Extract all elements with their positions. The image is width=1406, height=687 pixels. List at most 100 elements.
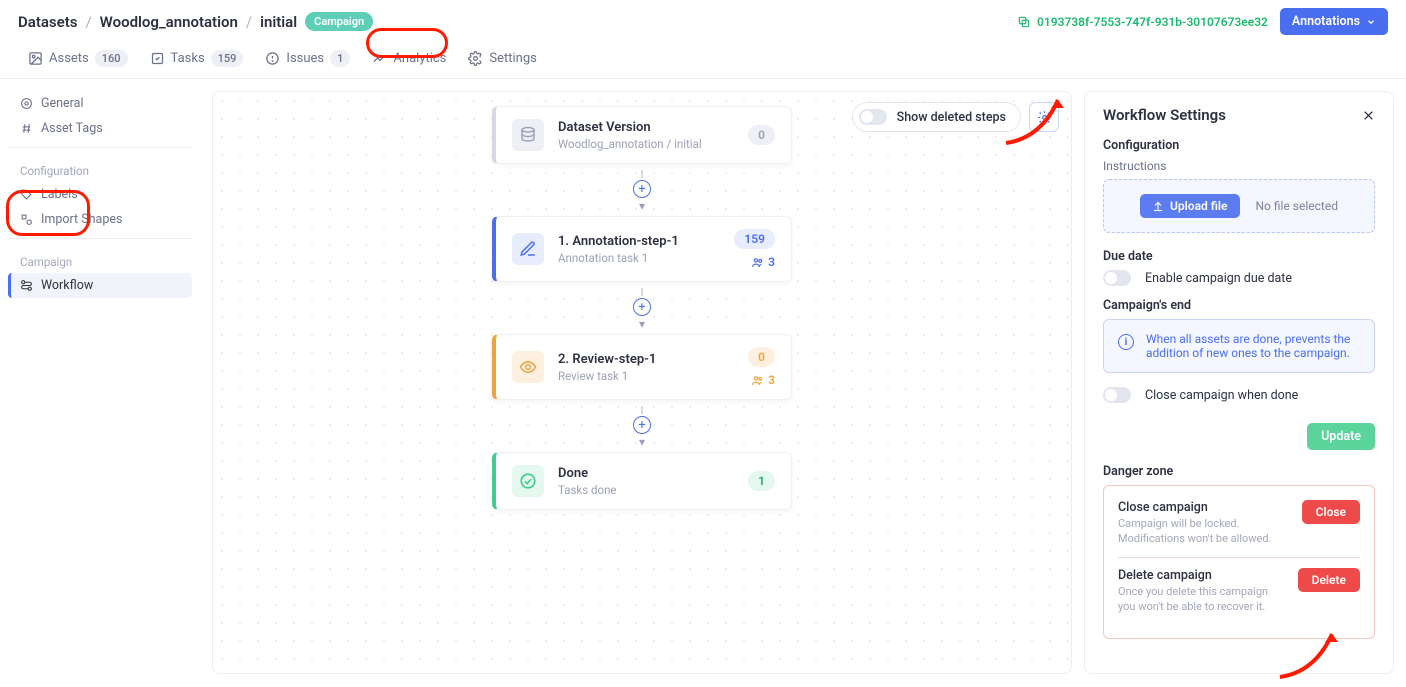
update-button[interactable]: Update bbox=[1307, 423, 1375, 450]
show-deleted-steps-toggle[interactable]: Show deleted steps bbox=[852, 102, 1021, 132]
card-title: Dataset Version bbox=[558, 120, 725, 135]
workflow-card-annotation[interactable]: 1. Annotation-step-1 Annotation task 1 1… bbox=[492, 216, 792, 282]
upload-file-label: Upload file bbox=[1170, 199, 1227, 213]
copy-icon bbox=[1017, 15, 1031, 29]
card-title: 1. Annotation-step-1 bbox=[558, 234, 720, 249]
copy-id-text: 0193738f-7553-747f-931b-30107673ee32 bbox=[1037, 15, 1268, 29]
gear-icon bbox=[1037, 110, 1052, 125]
workflow-canvas[interactable]: Show deleted steps Dataset Version Woodl… bbox=[212, 91, 1072, 674]
add-step-button[interactable]: + bbox=[633, 416, 651, 434]
sidebar-group-config: Configuration bbox=[8, 154, 192, 182]
close-panel-button[interactable] bbox=[1362, 109, 1375, 122]
tab-label: Settings bbox=[489, 51, 536, 66]
panel-title: Workflow Settings bbox=[1103, 106, 1226, 124]
no-file-text: No file selected bbox=[1256, 199, 1338, 213]
card-count: 0 bbox=[748, 347, 775, 367]
upload-dropzone[interactable]: Upload file No file selected bbox=[1103, 179, 1375, 233]
annotations-button[interactable]: Annotations bbox=[1280, 8, 1388, 35]
sidebar-item-label: Labels bbox=[41, 187, 78, 202]
tab-tasks[interactable]: Tasks 159 bbox=[140, 39, 254, 79]
hash-icon bbox=[20, 122, 33, 135]
divider bbox=[8, 147, 192, 148]
sidebar-item-label: Workflow bbox=[41, 278, 93, 293]
sidebar-item-label: General bbox=[41, 96, 84, 111]
connector-line bbox=[641, 170, 643, 178]
sidebar-item-label: Import Shapes bbox=[41, 212, 122, 227]
copy-id-link[interactable]: 0193738f-7553-747f-931b-30107673ee32 bbox=[1017, 15, 1268, 29]
gear-icon bbox=[468, 51, 483, 66]
workflow-icon bbox=[20, 279, 33, 292]
close-campaign-button[interactable]: Close bbox=[1302, 500, 1360, 524]
people-count: 3 bbox=[768, 373, 775, 387]
tab-analytics[interactable]: Analytics bbox=[362, 39, 456, 79]
image-icon bbox=[28, 51, 43, 66]
close-campaign-title: Close campaign bbox=[1118, 500, 1288, 515]
sidebar-item-label: Asset Tags bbox=[41, 121, 103, 136]
eye-icon bbox=[512, 351, 544, 383]
users-icon bbox=[751, 256, 764, 269]
sidebar-item-asset-tags[interactable]: Asset Tags bbox=[8, 116, 192, 141]
database-icon bbox=[512, 119, 544, 151]
edit-icon bbox=[512, 233, 544, 265]
sidebar-item-labels[interactable]: Labels bbox=[8, 182, 192, 207]
danger-box: Close campaign Campaign will be locked. … bbox=[1103, 485, 1375, 639]
card-subtitle: Tasks done bbox=[558, 483, 725, 497]
info-text: When all assets are done, prevents the a… bbox=[1146, 332, 1360, 360]
tab-label: Assets bbox=[49, 51, 89, 66]
card-count: 1 bbox=[748, 471, 775, 491]
tab-issues[interactable]: Issues 1 bbox=[255, 39, 360, 79]
section-due-date: Due date bbox=[1103, 249, 1375, 264]
add-step-button[interactable]: + bbox=[633, 298, 651, 316]
card-title: 2. Review-step-1 bbox=[558, 352, 725, 367]
breadcrumb-project[interactable]: Woodlog_annotation bbox=[100, 13, 238, 31]
card-count: 0 bbox=[748, 125, 775, 145]
workflow-settings-button[interactable] bbox=[1029, 102, 1059, 132]
upload-icon bbox=[1152, 200, 1164, 212]
tab-count: 160 bbox=[95, 50, 128, 67]
sidebar-item-workflow[interactable]: Workflow bbox=[8, 273, 192, 298]
tasks-icon bbox=[150, 51, 165, 66]
arrow-down-icon: ▾ bbox=[639, 200, 645, 212]
connector-line bbox=[641, 288, 643, 296]
tab-assets[interactable]: Assets 160 bbox=[18, 39, 138, 79]
delete-campaign-desc: Once you delete this campaign you won't … bbox=[1118, 585, 1286, 615]
info-icon: i bbox=[1118, 334, 1134, 350]
sidebar-item-general[interactable]: General bbox=[8, 91, 192, 116]
toggle-label: Show deleted steps bbox=[897, 110, 1006, 125]
label-instructions: Instructions bbox=[1103, 159, 1375, 173]
connector-line bbox=[641, 406, 643, 414]
section-configuration: Configuration bbox=[1103, 138, 1375, 153]
divider bbox=[8, 238, 192, 239]
card-subtitle: Review task 1 bbox=[558, 369, 725, 383]
analytics-icon bbox=[372, 51, 387, 66]
close-when-done-toggle[interactable] bbox=[1103, 387, 1131, 403]
tab-count: 159 bbox=[211, 50, 244, 67]
people-count: 3 bbox=[768, 255, 775, 269]
workflow-card-dataset[interactable]: Dataset Version Woodlog_annotation / ini… bbox=[492, 106, 792, 164]
breadcrumb: Datasets / Woodlog_annotation / initial … bbox=[18, 12, 373, 31]
add-step-button[interactable]: + bbox=[633, 180, 651, 198]
workflow-card-done[interactable]: Done Tasks done 1 bbox=[492, 452, 792, 510]
breadcrumb-stage[interactable]: initial bbox=[260, 13, 297, 31]
workflow-settings-panel: Workflow Settings Configuration Instruct… bbox=[1084, 91, 1394, 674]
annotations-button-label: Annotations bbox=[1292, 14, 1360, 29]
tab-label: Analytics bbox=[393, 51, 446, 66]
sidebar-item-import-shapes[interactable]: Import Shapes bbox=[8, 207, 192, 232]
delete-campaign-button[interactable]: Delete bbox=[1298, 568, 1360, 592]
chevron-down-icon bbox=[1366, 17, 1376, 27]
toggle-switch[interactable] bbox=[859, 109, 887, 125]
enable-due-date-toggle[interactable] bbox=[1103, 270, 1131, 286]
close-campaign-desc: Campaign will be locked. Modifications w… bbox=[1118, 517, 1288, 547]
sidebar-group-campaign: Campaign bbox=[8, 245, 192, 273]
toggle-label: Close campaign when done bbox=[1145, 388, 1298, 403]
issues-icon bbox=[265, 51, 280, 66]
section-campaign-end: Campaign's end bbox=[1103, 298, 1375, 313]
card-subtitle: Annotation task 1 bbox=[558, 251, 720, 265]
card-people: 3 bbox=[751, 255, 775, 269]
tab-label: Issues bbox=[286, 51, 324, 66]
workflow-card-review[interactable]: 2. Review-step-1 Review task 1 0 3 bbox=[492, 334, 792, 400]
upload-file-button[interactable]: Upload file bbox=[1140, 194, 1239, 218]
tab-settings[interactable]: Settings bbox=[458, 39, 546, 79]
breadcrumb-root[interactable]: Datasets bbox=[18, 13, 77, 31]
close-icon bbox=[1362, 109, 1375, 122]
